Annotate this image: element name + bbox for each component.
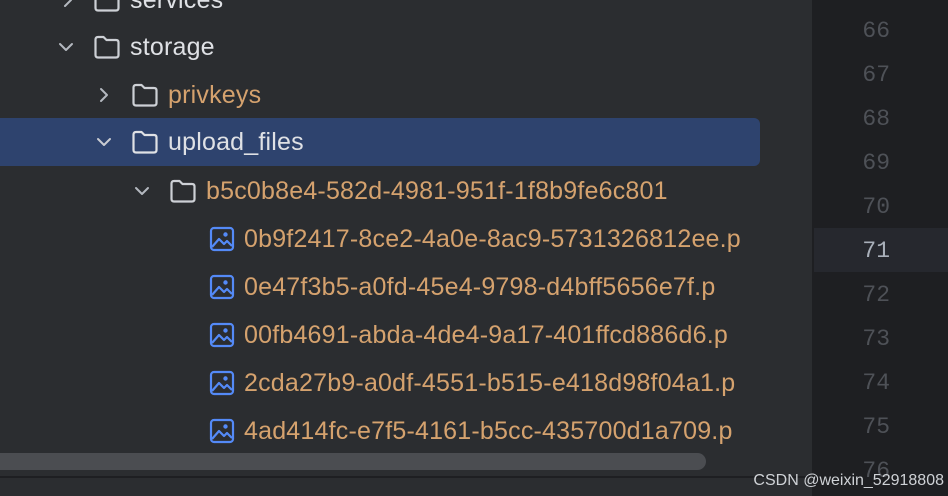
tree-item-label: b5c0b8e4-582d-4981-951f-1f8b9fe6c801 [206,177,668,205]
chevron-down-icon[interactable] [94,132,114,152]
chevron-right-icon[interactable] [94,85,114,105]
tree-item-uuid-folder[interactable]: b5c0b8e4-582d-4981-951f-1f8b9fe6c801 [0,167,785,215]
tree-item-label: storage [130,33,215,61]
tree-item-services[interactable]: services [0,0,785,24]
line-number[interactable]: 67 [862,60,890,90]
tree-item-file[interactable]: 2cda27b9-a0df-4551-b515-e418d98f04a1.p [0,359,785,407]
line-number[interactable]: 75 [862,412,890,442]
project-tree: services storage privkeys upload_files b… [0,0,785,496]
folder-icon [169,178,197,204]
folder-icon [93,0,121,13]
tree-item-label: 2cda27b9-a0df-4551-b515-e418d98f04a1.p [244,369,736,397]
line-number[interactable]: 74 [862,368,890,398]
folder-icon [131,129,159,155]
tree-item-label: 0e47f3b5-a0fd-45e4-9798-d4bff5656e7f.p [244,273,716,301]
tree-item-upload-files[interactable]: upload_files [0,118,785,166]
tree-item-file[interactable]: 4ad414fc-e7f5-4161-b5cc-435700d1a709.p [0,407,785,455]
image-file-icon [208,226,236,252]
line-number[interactable]: 70 [862,192,890,222]
line-number[interactable]: 69 [862,148,890,178]
line-number[interactable]: 72 [862,280,890,310]
chevron-down-icon[interactable] [56,37,76,57]
horizontal-scrollbar[interactable] [0,453,706,470]
line-number[interactable]: 73 [862,324,890,354]
tree-item-label: 4ad414fc-e7f5-4161-b5cc-435700d1a709.p [244,417,733,445]
line-number[interactable]: 66 [862,16,890,46]
selection-highlight [0,118,760,166]
tree-item-label: 00fb4691-abda-4de4-9a17-401ffcd886d6.p [244,321,728,349]
image-file-icon [208,370,236,396]
chevron-down-icon[interactable] [132,181,152,201]
line-number-current[interactable]: 71 [862,236,890,266]
image-file-icon [208,322,236,348]
watermark: CSDN @weixin_52918808 [753,472,944,489]
folder-icon [93,34,121,60]
image-file-icon [208,274,236,300]
project-tree-panel: services storage privkeys upload_files b… [0,0,812,496]
tree-item-label: services [130,0,224,14]
tree-item-privkeys[interactable]: privkeys [0,71,785,119]
tree-item-label: privkeys [168,81,262,109]
tree-item-file[interactable]: 0b9f2417-8ce2-4a0e-8ac9-5731326812ee.p [0,215,785,263]
divider [0,476,812,478]
tree-item-file[interactable]: 00fb4691-abda-4de4-9a17-401ffcd886d6.p [0,311,785,359]
chevron-right-icon[interactable] [58,0,78,10]
tree-item-label: 0b9f2417-8ce2-4a0e-8ac9-5731326812ee.p [244,225,741,253]
tree-item-file[interactable]: 0e47f3b5-a0fd-45e4-9798-d4bff5656e7f.p [0,263,785,311]
ide-window: services storage privkeys upload_files b… [0,0,948,496]
image-file-icon [208,418,236,444]
line-number[interactable]: 68 [862,104,890,134]
folder-icon [131,82,159,108]
tree-item-storage[interactable]: storage [0,23,785,71]
tree-item-label: upload_files [168,128,304,156]
editor-gutter: 66 67 68 69 70 71 72 73 74 75 76 [814,0,948,496]
